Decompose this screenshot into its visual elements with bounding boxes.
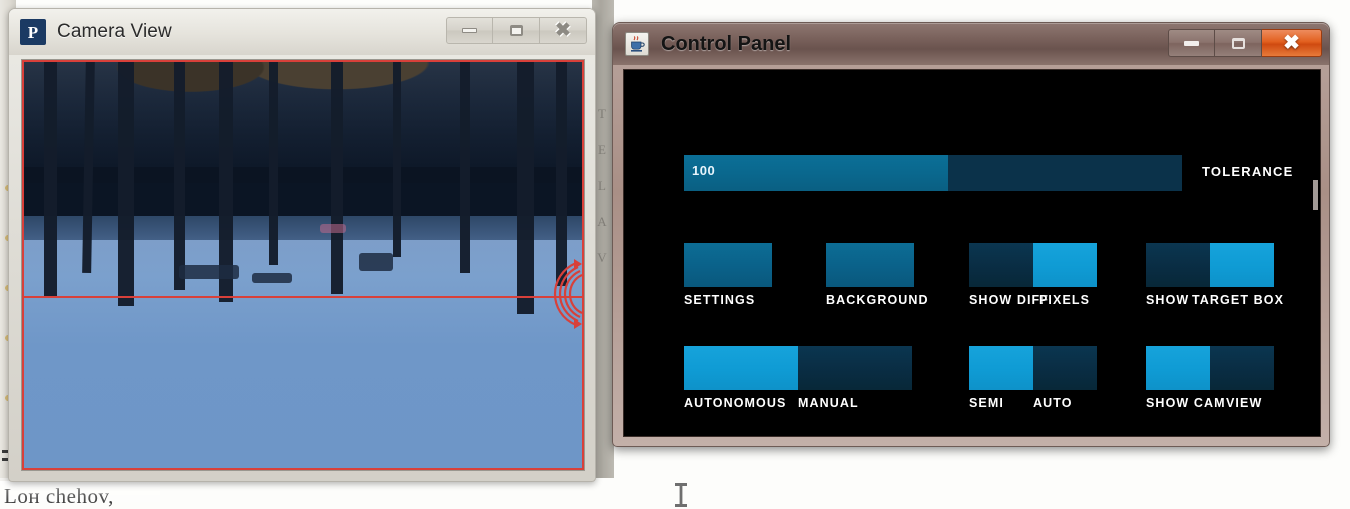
tolerance-slider-row: 100 TOLERANCE xyxy=(684,155,1294,191)
show-cam-view-segment-off[interactable] xyxy=(1210,346,1274,390)
background-button[interactable]: BACKGROUND xyxy=(826,243,929,307)
semi-label: SEMI xyxy=(969,396,1004,410)
scene-brush xyxy=(252,273,293,284)
scene-tree xyxy=(331,60,344,294)
control-panel-window[interactable]: Control Panel ✖ 100 TOLERANCE SETTINGS B… xyxy=(612,22,1330,447)
scene-tree xyxy=(460,60,471,274)
minimize-icon xyxy=(1184,40,1199,46)
maximize-icon xyxy=(509,25,523,36)
show-target-box-label-off: SHOW xyxy=(1146,293,1190,307)
semi-auto-labels: SEMI AUTO xyxy=(969,396,1097,410)
scrollbar-thumb[interactable] xyxy=(1313,180,1318,210)
control-window-controls: ✖ xyxy=(1168,29,1322,57)
background-button-face[interactable] xyxy=(826,243,914,287)
background-button-label: BACKGROUND xyxy=(826,293,929,307)
camera-feed-image xyxy=(22,60,584,470)
camera-minimize-button[interactable] xyxy=(446,17,493,44)
show-target-box-segment-on[interactable] xyxy=(1210,243,1274,287)
show-diff-pixels-face xyxy=(969,243,1097,287)
tolerance-label: TOLERANCE xyxy=(1202,164,1294,179)
control-maximize-button[interactable] xyxy=(1215,29,1262,57)
camera-maximize-button[interactable] xyxy=(493,17,540,44)
minimize-icon xyxy=(462,28,477,33)
tolerance-value-label: 100 xyxy=(692,163,716,178)
semi-segment[interactable] xyxy=(969,346,1033,390)
scene-brush xyxy=(359,252,394,271)
scene-tree xyxy=(117,60,134,306)
camera-close-button[interactable]: ✖ xyxy=(540,17,587,44)
settings-button-face[interactable] xyxy=(684,243,772,287)
settings-button[interactable]: SETTINGS xyxy=(684,243,772,307)
show-diff-pixels-toggle[interactable]: SHOW DIFF PIXELS xyxy=(969,243,1097,307)
scene-highlight xyxy=(319,224,346,233)
autonomous-label: AUTONOMOUS xyxy=(684,396,787,410)
scene-tree xyxy=(173,60,185,290)
autonomous-manual-toggle[interactable]: AUTONOMOUS MANUAL xyxy=(684,346,912,410)
scene-tree xyxy=(44,60,58,298)
background-bottom-text: Lон chehov, xyxy=(4,484,114,508)
show-cam-view-labels: SHOW CAM VIEW xyxy=(1146,396,1274,410)
view-label: VIEW xyxy=(1226,396,1263,410)
scene-brush xyxy=(179,265,240,279)
tolerance-slider-fill xyxy=(684,155,948,191)
close-icon: ✖ xyxy=(555,20,571,41)
tracking-arcs-icon xyxy=(553,258,583,329)
settings-button-labels: SETTINGS xyxy=(684,293,772,307)
show-target-box-segment-off[interactable] xyxy=(1146,243,1210,287)
control-panel-titlebar[interactable]: Control Panel ✖ xyxy=(613,23,1329,65)
scene-tree xyxy=(392,60,401,257)
maximize-icon xyxy=(1231,37,1245,49)
autonomous-manual-labels: AUTONOMOUS MANUAL xyxy=(684,396,912,410)
show-target-box-face xyxy=(1146,243,1274,287)
processing-logo-icon: P xyxy=(20,19,46,45)
camera-view-titlebar[interactable]: P Camera View ✖ xyxy=(9,9,595,55)
control-close-button[interactable]: ✖ xyxy=(1262,29,1322,57)
scene-tree xyxy=(269,60,279,265)
horizon-line-overlay xyxy=(22,295,584,298)
show-diff-pixels-segment-off[interactable] xyxy=(969,243,1033,287)
autonomous-manual-face xyxy=(684,346,912,390)
show-diff-pixels-labels: SHOW DIFF PIXELS xyxy=(969,293,1097,307)
settings-button-label: SETTINGS xyxy=(684,293,756,307)
control-minimize-button[interactable] xyxy=(1168,29,1215,57)
show-target-box-toggle[interactable]: SHOW TARGET BOX xyxy=(1146,243,1285,307)
show-diff-pixels-label-on: PIXELS xyxy=(1039,293,1091,307)
text-ibeam-cursor xyxy=(673,482,689,508)
tolerance-slider[interactable]: 100 xyxy=(684,155,1182,191)
camera-view-title: Camera View xyxy=(57,21,172,42)
scene-canopy xyxy=(22,60,584,183)
camera-view-canvas[interactable] xyxy=(21,59,585,471)
scene-snow-ground xyxy=(22,240,584,470)
manual-segment[interactable] xyxy=(798,346,912,390)
close-icon: ✖ xyxy=(1283,32,1300,54)
java-coffee-cup-icon xyxy=(625,32,649,56)
show-diff-pixels-segment-on[interactable] xyxy=(1033,243,1097,287)
manual-label: MANUAL xyxy=(798,396,859,410)
auto-label: AUTO xyxy=(1033,396,1073,410)
control-panel-title: Control Panel xyxy=(661,32,792,55)
show-cam-view-face xyxy=(1146,346,1274,390)
show-target-box-labels: SHOW TARGET BOX xyxy=(1146,293,1285,307)
camera-view-window[interactable]: P Camera View ✖ xyxy=(8,8,596,482)
show-cam-label: SHOW CAM xyxy=(1146,396,1226,410)
autonomous-segment[interactable] xyxy=(684,346,798,390)
control-panel-surface: 100 TOLERANCE SETTINGS BACKGROUND SHOW D… xyxy=(623,69,1321,437)
camera-window-controls: ✖ xyxy=(446,17,587,44)
show-cam-view-toggle[interactable]: SHOW CAM VIEW xyxy=(1146,346,1274,410)
show-target-box-label-on: TARGET BOX xyxy=(1192,293,1285,307)
semi-auto-toggle[interactable]: SEMI AUTO xyxy=(969,346,1097,410)
semi-auto-face xyxy=(969,346,1097,390)
show-diff-pixels-label-off: SHOW DIFF xyxy=(969,293,1050,307)
processing-logo-letter: P xyxy=(27,22,39,42)
show-cam-view-segment-on[interactable] xyxy=(1146,346,1210,390)
auto-segment[interactable] xyxy=(1033,346,1097,390)
background-button-labels: BACKGROUND xyxy=(826,293,929,307)
